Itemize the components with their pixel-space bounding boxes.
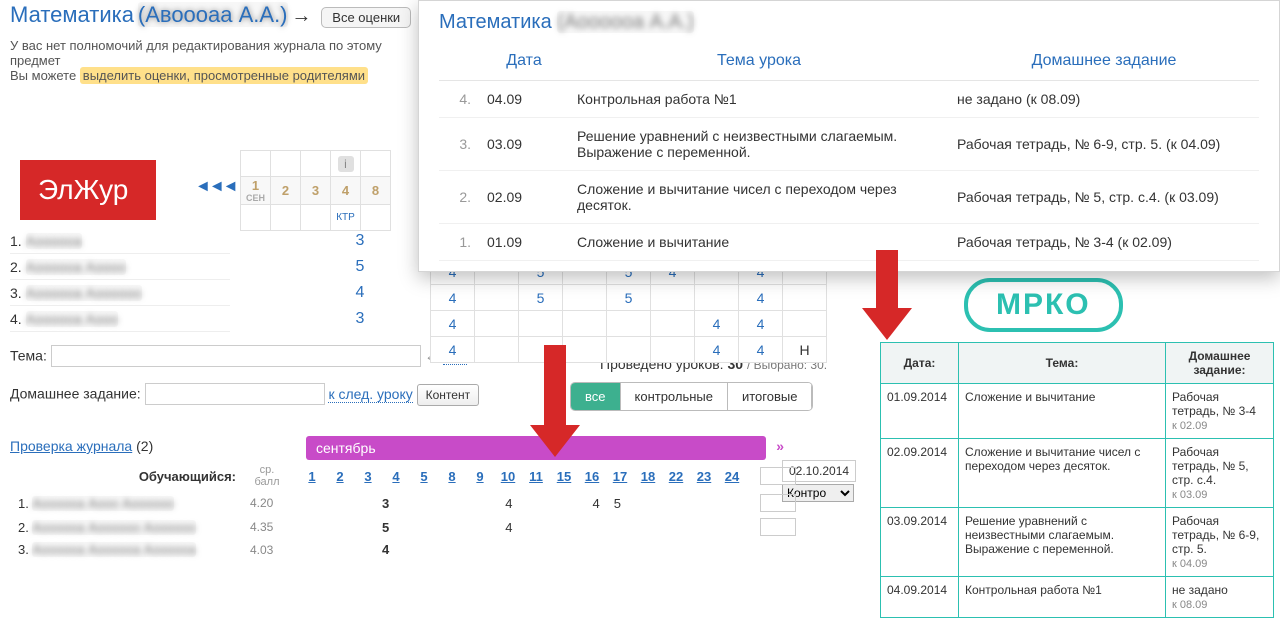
warning-line: У вас нет полномочий для редактирования …: [10, 38, 420, 68]
day-col[interactable]: 2: [271, 177, 301, 205]
grade-cell[interactable]: 4: [345, 280, 375, 306]
mrko-logo: МРКО: [964, 278, 1123, 332]
warning-highlight[interactable]: выделить оценки, просмотренные родителям…: [80, 67, 368, 84]
arrow-down-icon: [862, 250, 912, 350]
table-row: 04.09.2014Контрольная работа №1не задано…: [881, 577, 1274, 618]
student-row: 3. Аоооооа Аоооооо: [10, 280, 230, 306]
topic-input[interactable]: [51, 345, 421, 367]
mrko-col-hw: Домашнее задание:: [1166, 343, 1274, 384]
grade-input-box[interactable]: [760, 467, 796, 485]
hw-label: Домашнее задание:: [10, 386, 141, 402]
student-row: 4. Аоооооа Аооо: [10, 306, 230, 332]
student-row: 1. Аоооооа: [10, 228, 230, 254]
grade-cell[interactable]: 5: [345, 254, 375, 280]
all-grades-button[interactable]: Все оценки: [321, 7, 411, 28]
filter-tabs: все контрольные итоговые: [570, 382, 813, 411]
mrko-col-topic: Тема:: [959, 343, 1166, 384]
next-lesson-link[interactable]: к след. уроку: [328, 386, 412, 403]
grade-cell[interactable]: 3: [345, 306, 375, 332]
days-header-row: 1234589101115161718222324: [292, 462, 752, 490]
day-col[interactable]: 1СЕН: [241, 177, 271, 205]
date-header-grid: i 1СЕН 2 3 4 8 КТР: [240, 150, 391, 231]
arrow-glyph: →: [291, 5, 311, 27]
student-row: 2. Аоооооа Аоооо: [10, 254, 230, 280]
info-icon[interactable]: i: [338, 156, 354, 172]
table-row: 1.01.09Сложение и вычитаниеРабочая тетра…: [439, 224, 1259, 261]
month-next-icon[interactable]: »: [776, 438, 784, 454]
grades-column: 3 5 4 3: [345, 228, 375, 332]
lessons-popup: Математика (Аоооооа А.А.) Дата Тема урок…: [418, 0, 1280, 272]
permission-warning: У вас нет полномочий для редактирования …: [10, 38, 420, 83]
lessons-table: Дата Тема урока Домашнее задание 4.04.09…: [439, 42, 1259, 261]
students-list: 1. Аоооооа 2. Аоооооа Аоооо 3. Аоооооа А…: [10, 228, 230, 332]
lower-journal-table: Обучающийся: ср. балл 123458910111516171…: [10, 460, 804, 561]
col-hw: Домашнее задание: [949, 42, 1259, 81]
table-row: 1. Аоооооа Аооо Аоооооо 4.20 3445: [12, 492, 802, 514]
subject-title: Математика: [10, 2, 134, 27]
left-header: Математика (Авоооаа А.А.) → Все оценки У…: [10, 2, 420, 83]
journal-check: Проверка журнала (2): [10, 438, 153, 454]
kontent-button[interactable]: Контент: [417, 384, 479, 406]
journal-check-link[interactable]: Проверка журнала: [10, 438, 132, 454]
table-row: 3.03.09Решение уравнений с неизвестными …: [439, 118, 1259, 171]
grade-cell[interactable]: 3: [345, 228, 375, 254]
tab-final[interactable]: итоговые: [728, 383, 812, 410]
popup-title: Математика (Аоооооа А.А.): [439, 11, 1259, 34]
table-row: 03.09.2014Решение уравнений с неизвестны…: [881, 508, 1274, 577]
day-col[interactable]: 4: [331, 177, 361, 205]
day-col[interactable]: 3: [301, 177, 331, 205]
srball-header: ср. балл: [244, 462, 290, 490]
student-col-header: Обучающийся:: [12, 462, 242, 490]
table-row: 01.09.2014Сложение и вычитаниеРабочая те…: [881, 384, 1274, 439]
ktp-label: КТР: [331, 205, 361, 231]
col-topic: Тема урока: [569, 42, 949, 81]
elzur-logo: ЭлЖур: [20, 160, 156, 220]
table-row: 2.02.09Сложение и вычитание чисел с пере…: [439, 171, 1259, 224]
hw-input[interactable]: [145, 383, 325, 405]
warning-prefix: Вы можете: [10, 68, 80, 83]
grade-input-box[interactable]: [760, 518, 796, 536]
mid-grade-grid: 45544 4554 444 444Н: [430, 258, 827, 363]
subject-teacher: (Авоооаа А.А.): [138, 2, 288, 27]
tab-controls[interactable]: контрольные: [621, 383, 728, 410]
table-row: 4.04.09Контрольная работа №1не задано (к…: [439, 81, 1259, 118]
mrko-table: Дата: Тема: Домашнее задание: 01.09.2014…: [880, 342, 1274, 618]
table-row: 3. Аоооооа Аоооооа Аоооооа 4.03 4: [12, 540, 802, 559]
grade-input-box[interactable]: [760, 494, 796, 512]
topic-label: Тема:: [10, 348, 47, 364]
day-col[interactable]: 8: [361, 177, 391, 205]
table-row: 2. Аоооооа Аоооооо Аоооооо 4.35 54: [12, 516, 802, 538]
pager-prev-icon[interactable]: ◄◄◄: [195, 178, 237, 196]
lesson-form: Тема: ← КТП Домашнее задание: к след. ур…: [10, 345, 479, 406]
arrow-down-icon: [530, 345, 580, 465]
col-date: Дата: [479, 42, 569, 81]
table-row: 02.09.2014Сложение и вычитание чисел с п…: [881, 439, 1274, 508]
